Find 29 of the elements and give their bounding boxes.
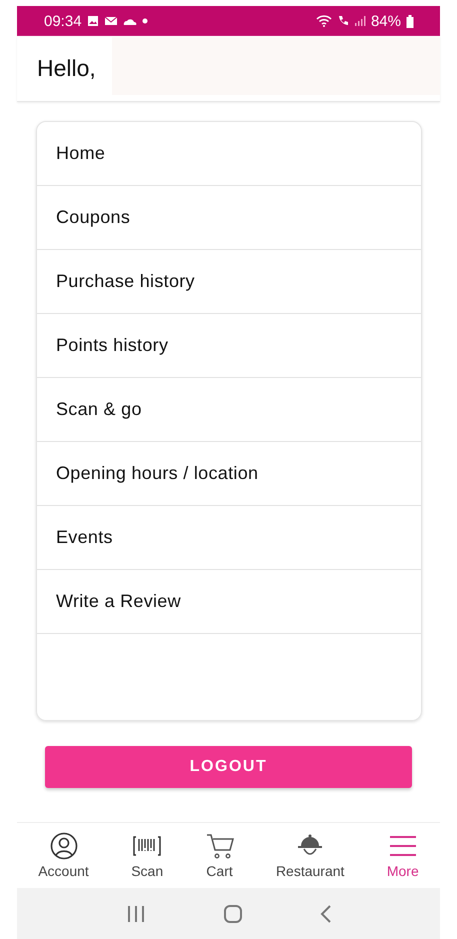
nav-tab[interactable]: Restaurant: [276, 832, 344, 879]
battery-percent: 84%: [370, 12, 401, 30]
logout-button[interactable]: LOGOUT: [45, 746, 412, 788]
cart-icon: [206, 832, 234, 860]
mail-icon: [104, 15, 118, 27]
phone-icon: [336, 15, 349, 27]
menu-item[interactable]: Write a Review: [37, 570, 421, 634]
status-time: 09:34: [44, 12, 82, 30]
menu-item[interactable]: Points history: [37, 314, 421, 378]
home-icon[interactable]: [222, 904, 242, 924]
recent-apps-icon[interactable]: [126, 904, 146, 922]
greeting-text: Hello,: [36, 55, 97, 82]
nav-tab[interactable]: Cart: [206, 832, 234, 879]
menu-item[interactable]: Scan & go: [37, 378, 421, 442]
back-icon[interactable]: [320, 904, 332, 924]
person-icon: [50, 832, 78, 860]
battery-icon: [406, 14, 414, 28]
menu-item[interactable]: Purchase history: [37, 250, 421, 314]
dot-icon: [142, 18, 148, 24]
menu-item[interactable]: Home: [37, 122, 421, 186]
nav-tab[interactable]: More: [386, 832, 419, 879]
menu-item[interactable]: Coupons: [37, 186, 421, 250]
image-icon: [86, 15, 99, 27]
menu-item[interactable]: Events: [37, 506, 421, 570]
nav-tab[interactable]: Account: [38, 832, 89, 879]
wifi-icon: [316, 15, 332, 27]
nav-tab[interactable]: Scan: [131, 832, 164, 879]
signal-icon: [354, 15, 366, 27]
menu-item[interactable]: Opening hours / location: [37, 442, 421, 506]
